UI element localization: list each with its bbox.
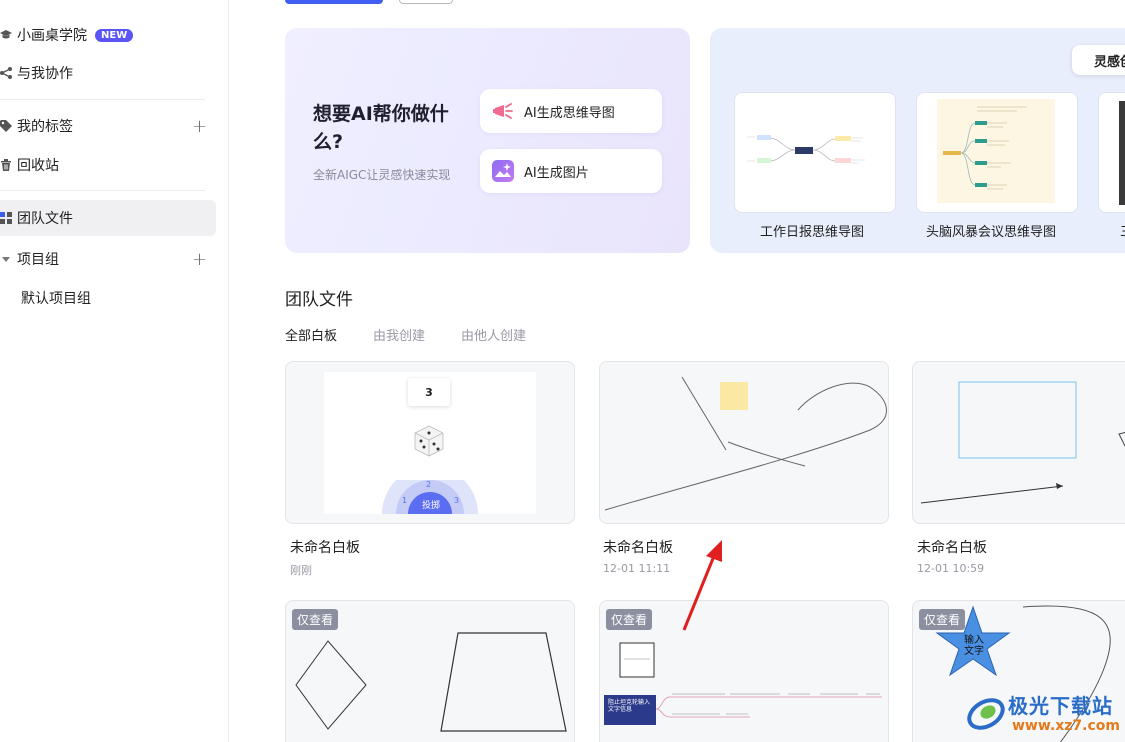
sidebar-item-label: 我的标签 — [17, 119, 73, 135]
inspiration-tab[interactable]: 灵感创 — [1072, 45, 1125, 75]
sidebar-item-label: 与我协作 — [17, 66, 73, 82]
team-files-icon — [0, 211, 16, 225]
template-thumbnail — [1119, 101, 1125, 205]
tag-icon — [0, 119, 16, 133]
mindmap-root-text: 阻止坦克轮输入文字信息 — [608, 699, 651, 713]
section-title: 团队文件 — [285, 290, 353, 310]
board-name[interactable]: 未命名白板 — [290, 537, 360, 557]
trash-icon — [0, 158, 16, 172]
sidebar-item-default-project[interactable]: 默认项目组 — [0, 280, 216, 316]
template-label: 工作日报思维导图 — [760, 225, 865, 240]
board-time: 12-01 11:11 — [603, 562, 671, 575]
tab-created-by-others[interactable]: 由他人创建 — [461, 325, 526, 344]
view-only-badge: 仅查看 — [919, 609, 966, 630]
sidebar-item-label: 小画桌学院 — [17, 28, 87, 44]
sidebar-item-label: 项目组 — [17, 252, 59, 268]
watermark-url: www.xz7.com — [1012, 718, 1120, 734]
ai-image-button[interactable]: AI生成图片 — [480, 149, 662, 193]
sidebar-item-label: 团队文件 — [17, 211, 73, 227]
import-button[interactable] — [399, 0, 453, 4]
image-ai-icon — [492, 160, 514, 182]
watermark-text: 极光下载站 — [1008, 694, 1113, 718]
sidebar-item-shared[interactable]: 与我协作 — [0, 55, 216, 91]
ai-banner-subtitle: 全新AIGC让灵感快速实现 — [313, 168, 451, 182]
spin-button-label: 投掷 — [422, 501, 441, 511]
add-tag-icon[interactable]: + — [192, 116, 207, 137]
template-card-daily-report[interactable] — [734, 92, 896, 213]
tab-all-boards[interactable]: 全部白板 — [285, 325, 337, 344]
wheel-number: 1 — [402, 496, 408, 505]
sidebar-divider — [0, 190, 205, 191]
dice-icon — [414, 425, 444, 457]
sidebar-item-label: 默认项目组 — [21, 291, 91, 307]
graduation-cap-icon — [0, 28, 16, 42]
board-card[interactable]: 3 投掷 1 2 3 — [285, 361, 575, 524]
template-card-third[interactable] — [1098, 92, 1125, 213]
mindmap-ai-icon — [492, 100, 514, 122]
ai-image-label: AI生成图片 — [524, 165, 589, 181]
sidebar-divider — [0, 99, 205, 100]
share-icon — [0, 66, 16, 80]
ai-mindmap-label: AI生成思维导图 — [524, 105, 615, 121]
wheel-number: 3 — [454, 496, 460, 505]
wheel-number: 2 — [426, 480, 432, 489]
board-card[interactable] — [912, 361, 1125, 524]
board-time: 刚刚 — [290, 564, 312, 577]
sidebar-item-tags[interactable]: 我的标签 + — [0, 108, 216, 144]
caret-down-icon[interactable] — [0, 254, 16, 264]
ai-mindmap-button[interactable]: AI生成思维导图 — [480, 89, 662, 133]
sidebar-item-team-files[interactable]: 团队文件 — [0, 200, 216, 236]
ai-banner-title: 想要AI帮你做什么? — [313, 103, 449, 153]
red-arrow-annotation — [682, 540, 722, 631]
board-preview — [920, 381, 1125, 504]
board-name[interactable]: 未命名白板 — [603, 537, 673, 557]
board-preview: 3 投掷 1 2 3 — [324, 372, 536, 514]
new-button[interactable] — [285, 0, 383, 4]
sidebar-item-academy[interactable]: 小画桌学院 NEW — [0, 17, 216, 53]
sidebar-item-trash[interactable]: 回收站 — [0, 147, 216, 183]
board-name[interactable]: 未命名白板 — [917, 537, 987, 557]
template-card-brainstorm[interactable] — [916, 92, 1078, 213]
board-card[interactable]: 阻止坦克轮输入文字信息 仅查看 — [599, 600, 889, 742]
sidebar-item-label: 回收站 — [17, 158, 59, 174]
add-project-icon[interactable]: + — [192, 249, 207, 270]
board-card[interactable]: 仅查看 — [285, 600, 575, 742]
sidebar: 小画桌学院 NEW 与我协作 我的标签 + 回收站 团队文件 项目组 + 默认项… — [0, 0, 229, 742]
board-card[interactable] — [599, 361, 889, 524]
new-badge: NEW — [95, 28, 134, 42]
mindmap-thumbnail — [937, 99, 1055, 203]
tab-created-by-me[interactable]: 由我创建 — [373, 325, 425, 344]
star-text: 输入文字 — [964, 635, 984, 657]
board-preview — [604, 376, 887, 511]
view-only-badge: 仅查看 — [606, 609, 653, 630]
template-label: 头脑风暴会议思维导图 — [926, 225, 1057, 240]
view-only-badge: 仅查看 — [292, 609, 339, 630]
sidebar-item-project-group[interactable]: 项目组 + — [0, 241, 216, 277]
template-label: 三 — [1120, 221, 1125, 240]
ai-banner: 想要AI帮你做什么? 全新AIGC让灵感快速实现 AI生成思维导图 AI生成图片 — [285, 28, 690, 253]
dice-value: 3 — [408, 378, 450, 406]
mindmap-thumbnail — [743, 119, 887, 185]
board-time: 12-01 10:59 — [917, 562, 985, 575]
watermark: 极光下载站 www.xz7.com — [964, 688, 1125, 742]
template-panel: 灵感创 工作日报思维导图 头脑风暴会议思维导图 三 — [710, 28, 1125, 253]
watermark-logo-icon — [967, 698, 1005, 730]
